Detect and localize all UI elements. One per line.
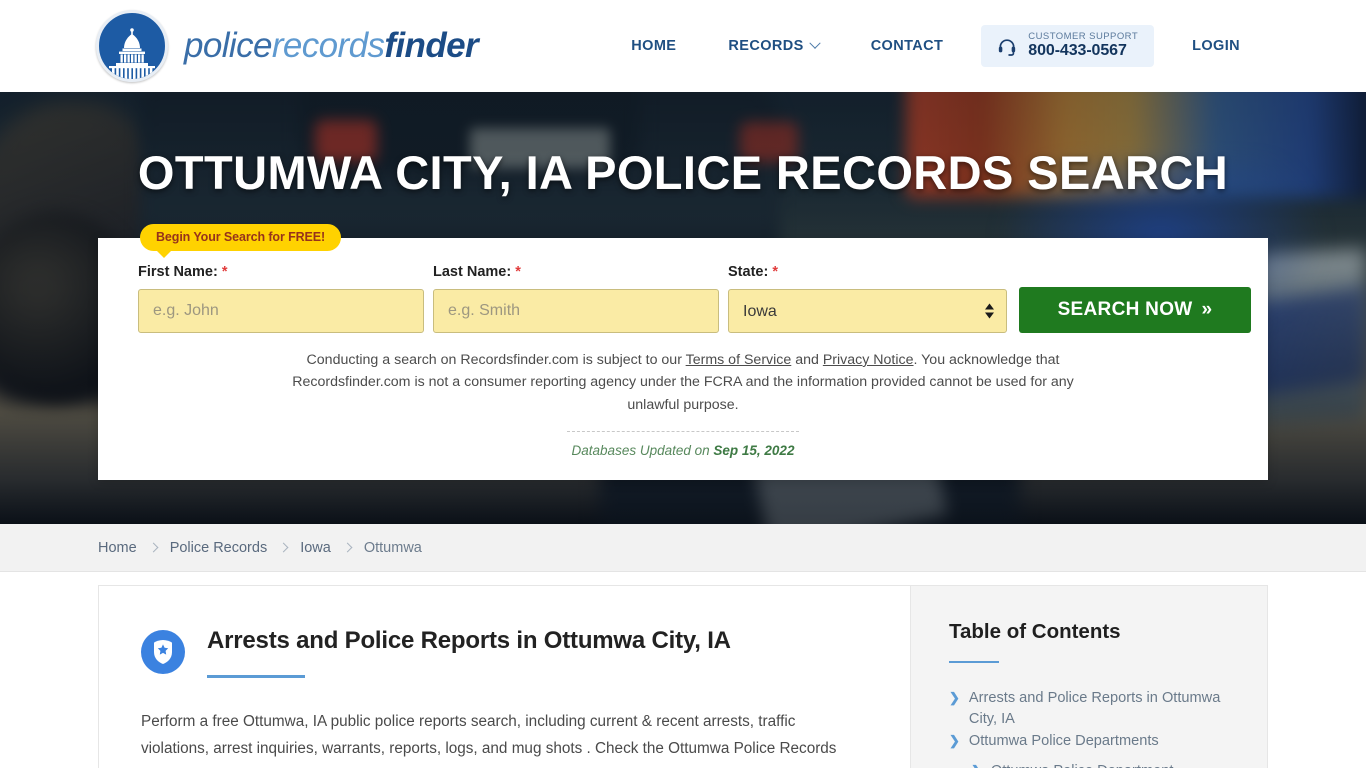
search-now-label: SEARCH NOW bbox=[1057, 299, 1193, 320]
main-navigation: HOME RECORDS CONTACT CUSTOMER SUPPORT 80… bbox=[605, 24, 1266, 68]
toc-link-ottumwa-police-departments[interactable]: Ottumwa Police Departments bbox=[969, 731, 1159, 752]
brand-word-police: police bbox=[184, 26, 272, 65]
terms-of-service-link[interactable]: Terms of Service bbox=[686, 352, 792, 368]
toc-item[interactable]: ❯ Arrests and Police Reports in Ottumwa … bbox=[949, 688, 1235, 729]
page-title: OTTUMWA CITY, IA POLICE RECORDS SEARCH bbox=[137, 146, 1229, 199]
toc-link-arrests-and-police-reports[interactable]: Arrests and Police Reports in Ottumwa Ci… bbox=[969, 688, 1235, 729]
chevron-right-icon: ❯ bbox=[949, 690, 960, 705]
title-underline bbox=[207, 675, 305, 678]
last-name-label-text: Last Name: bbox=[433, 264, 512, 280]
chevron-right-icon bbox=[342, 542, 353, 553]
toc-list: ❯ Arrests and Police Reports in Ottumwa … bbox=[949, 688, 1235, 768]
first-name-field-group: First Name: * bbox=[138, 264, 424, 333]
privacy-notice-link[interactable]: Privacy Notice bbox=[823, 352, 914, 368]
toc-underline bbox=[949, 661, 999, 663]
divider bbox=[567, 431, 799, 433]
chevron-down-icon bbox=[809, 37, 821, 49]
toc-item[interactable]: ❯ Ottumwa Police Departments bbox=[949, 731, 1235, 752]
brand-word-records: records bbox=[271, 26, 385, 65]
last-name-label: Last Name: * bbox=[433, 264, 719, 280]
chevron-right-icon: ❯ bbox=[971, 761, 982, 768]
support-label: CUSTOMER SUPPORT bbox=[1028, 30, 1139, 42]
last-name-input[interactable] bbox=[433, 289, 719, 333]
state-field-group: State: * Iowa bbox=[728, 264, 1007, 333]
brand-logo[interactable]: policerecordsfinder bbox=[96, 10, 479, 82]
free-search-badge: Begin Your Search for FREE! bbox=[140, 224, 342, 258]
chevron-right-icon: ❯ bbox=[949, 733, 960, 749]
hero-section: OTTUMWA CITY, IA POLICE RECORDS SEARCH B… bbox=[0, 92, 1366, 524]
breadcrumb-item-ottumwa: Ottumwa bbox=[363, 539, 422, 556]
toc-link-ottumwa-police-department[interactable]: Ottumwa Police Department bbox=[991, 761, 1174, 768]
support-phone: 800-433-0567 bbox=[1028, 42, 1127, 60]
first-name-input[interactable] bbox=[138, 289, 424, 333]
databases-updated-note: Databases Updated on Sep 15, 2022 bbox=[138, 443, 1228, 458]
required-marker: * bbox=[515, 264, 521, 280]
nav-item-login[interactable]: LOGIN bbox=[1166, 28, 1266, 64]
table-of-contents-panel: Table of Contents ❯ Arrests and Police R… bbox=[910, 585, 1268, 768]
chevron-right-icon bbox=[278, 542, 289, 553]
article-header: Arrests and Police Reports in Ottumwa Ci… bbox=[141, 626, 868, 678]
disclaimer-part-2: and bbox=[791, 352, 823, 368]
police-badge-icon bbox=[141, 630, 185, 674]
required-marker: * bbox=[221, 264, 228, 280]
brand-wordmark: policerecordsfinder bbox=[184, 26, 479, 66]
nav-item-contact-label: CONTACT bbox=[870, 38, 944, 54]
double-chevron-right-icon: » bbox=[1201, 299, 1213, 320]
records-search-form: First Name: * Last Name: * State: * Iowa bbox=[138, 264, 1251, 333]
first-name-label: First Name: * bbox=[138, 264, 424, 280]
breadcrumb-item-iowa[interactable]: Iowa bbox=[300, 540, 331, 556]
nav-item-contact[interactable]: CONTACT bbox=[845, 28, 970, 64]
state-select[interactable]: Iowa bbox=[728, 289, 1007, 333]
required-marker: * bbox=[772, 264, 778, 280]
breadcrumb-bar: Home Police Records Iowa Ottumwa bbox=[0, 524, 1366, 572]
nav-item-records-label: RECORDS bbox=[728, 38, 804, 54]
breadcrumb-item-police-records[interactable]: Police Records bbox=[170, 540, 268, 556]
search-form-card: Begin Your Search for FREE! First Name: … bbox=[98, 224, 1268, 481]
search-disclaimer: Conducting a search on Recordsfinder.com… bbox=[268, 349, 1098, 416]
capitol-dome-icon bbox=[96, 10, 168, 82]
site-header: policerecordsfinder HOME RECORDS CONTACT… bbox=[0, 0, 1366, 92]
article-title: Arrests and Police Reports in Ottumwa Ci… bbox=[207, 627, 731, 654]
customer-support-button[interactable]: CUSTOMER SUPPORT 800-433-0567 bbox=[981, 24, 1155, 68]
toc-title: Table of Contents bbox=[949, 620, 1121, 643]
toc-item[interactable]: ❯ Ottumwa Police Department bbox=[949, 761, 1235, 768]
article-body-paragraph: Perform a free Ottumwa, IA public police… bbox=[141, 713, 837, 768]
breadcrumb: Home Police Records Iowa Ottumwa bbox=[98, 540, 422, 556]
nav-item-home-label: HOME bbox=[631, 38, 677, 54]
chevron-right-icon bbox=[148, 542, 159, 553]
nav-item-records[interactable]: RECORDS bbox=[702, 28, 844, 64]
first-name-label-text: First Name: bbox=[138, 264, 218, 280]
disclaimer-part-1: Conducting a search on Recordsfinder.com… bbox=[306, 352, 686, 368]
databases-updated-prefix: Databases Updated on bbox=[571, 443, 714, 459]
article-panel: Arrests and Police Reports in Ottumwa Ci… bbox=[98, 585, 910, 768]
headset-icon bbox=[997, 36, 1017, 56]
content-area: Arrests and Police Reports in Ottumwa Ci… bbox=[0, 585, 1366, 768]
brand-word-finder: finder bbox=[384, 26, 478, 65]
databases-updated-date: Sep 15, 2022 bbox=[713, 443, 795, 459]
state-label: State: * bbox=[728, 264, 1007, 280]
nav-item-login-label: LOGIN bbox=[1192, 38, 1240, 54]
state-label-text: State: bbox=[728, 264, 769, 280]
breadcrumb-item-home[interactable]: Home bbox=[98, 540, 137, 556]
last-name-field-group: Last Name: * bbox=[433, 264, 719, 333]
search-now-button[interactable]: SEARCH NOW » bbox=[1019, 287, 1251, 333]
nav-item-home[interactable]: HOME bbox=[605, 28, 702, 64]
